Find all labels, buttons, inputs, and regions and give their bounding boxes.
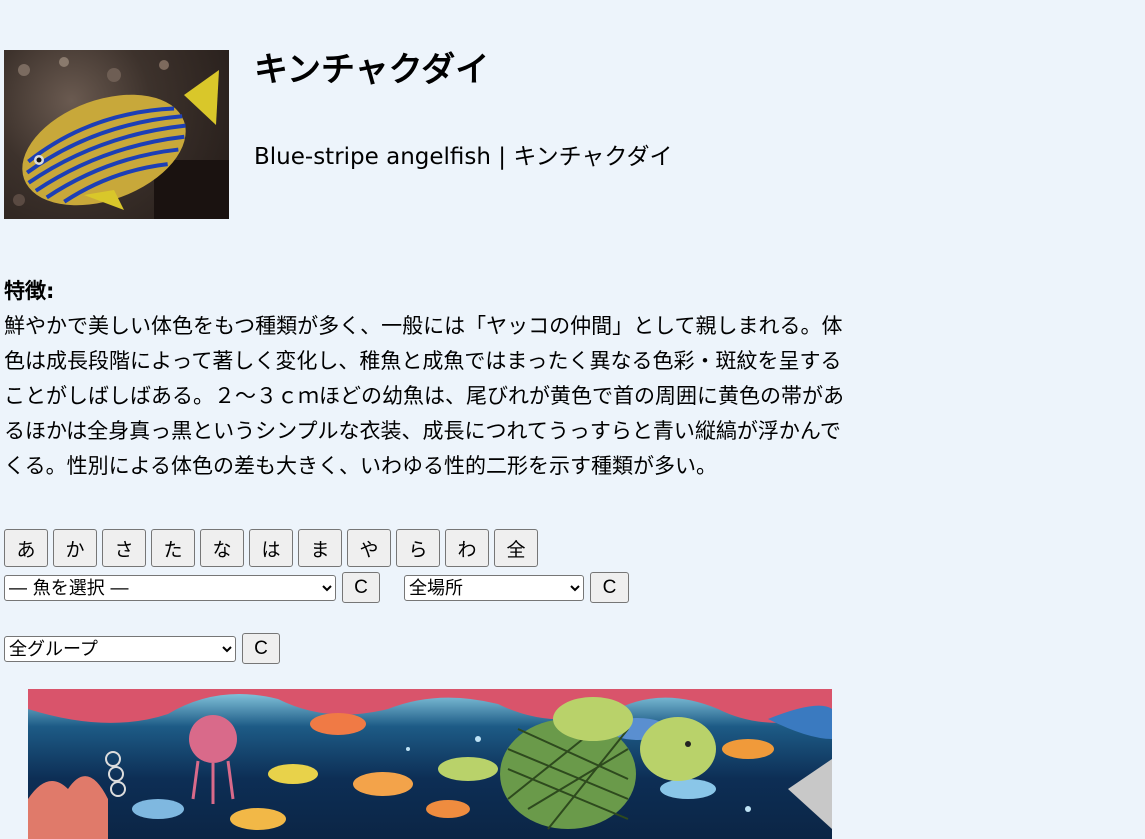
title-block: キンチャクダイ Blue-stripe angelfish | キンチャクダイ xyxy=(254,42,854,170)
kana-button-ra[interactable]: ら xyxy=(396,529,440,567)
fish-clear-button[interactable]: C xyxy=(342,572,380,603)
kana-index-row: あ か さ た な は ま や ら わ 全 xyxy=(4,529,538,567)
kana-button-ka[interactable]: か xyxy=(53,529,97,567)
group-clear-button[interactable]: C xyxy=(242,633,280,664)
features-section: 特徴: 鮮やかで美しい体色をもつ種類が多く、一般には「ヤッコの仲間」として親しま… xyxy=(4,274,849,484)
features-text: 鮮やかで美しい体色をもつ種類が多く、一般には「ヤッコの仲間」として親しまれる。体… xyxy=(4,314,844,478)
fish-name-title: キンチャクダイ xyxy=(254,50,490,90)
fish-subtitle: Blue-stripe angelfish | キンチャクダイ xyxy=(254,144,673,170)
kana-button-ya[interactable]: や xyxy=(347,529,391,567)
group-select[interactable]: 全グループ xyxy=(4,636,236,662)
kana-button-a[interactable]: あ xyxy=(4,529,48,567)
fish-header: キンチャクダイ Blue-stripe angelfish | キンチャクダイ xyxy=(4,50,673,219)
kana-button-all[interactable]: 全 xyxy=(494,529,538,567)
kana-button-ha[interactable]: は xyxy=(249,529,293,567)
kana-button-ma[interactable]: ま xyxy=(298,529,342,567)
kana-button-wa[interactable]: わ xyxy=(445,529,489,567)
place-select[interactable]: 全場所 xyxy=(404,575,584,601)
banner-illustration xyxy=(28,689,832,839)
fish-photo xyxy=(4,50,229,219)
kana-button-na[interactable]: な xyxy=(200,529,244,567)
place-clear-button[interactable]: C xyxy=(590,572,629,603)
features-label: 特徴: xyxy=(4,279,55,303)
fish-select[interactable]: ― 魚を選択 ― xyxy=(4,575,336,601)
kana-button-sa[interactable]: さ xyxy=(102,529,146,567)
kana-button-ta[interactable]: た xyxy=(151,529,195,567)
